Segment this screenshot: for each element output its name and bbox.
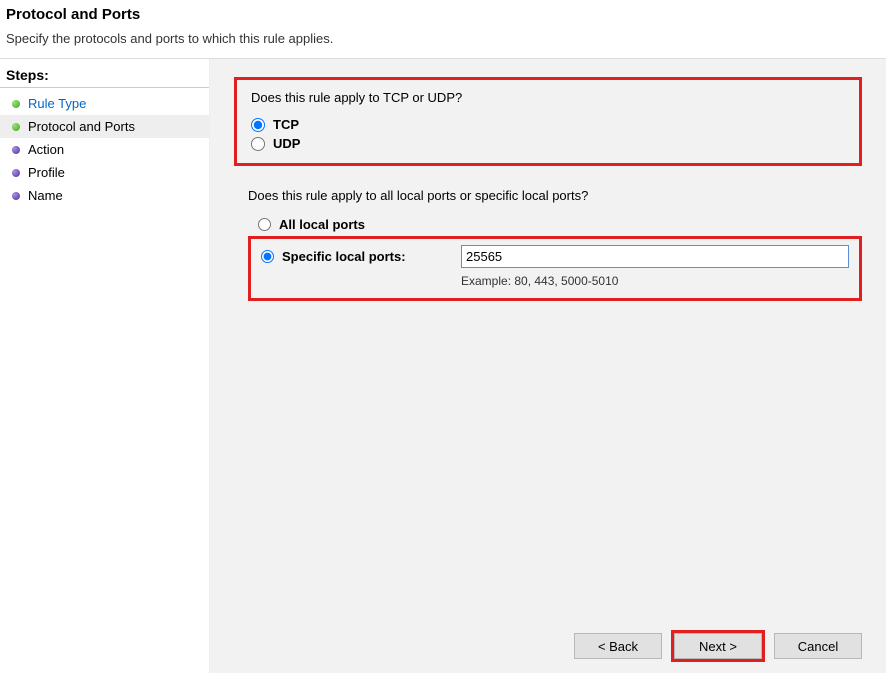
steps-title: Steps:: [0, 67, 209, 88]
step-label: Action: [28, 142, 64, 157]
tcp-label: TCP: [273, 117, 299, 132]
page-subtitle: Specify the protocols and ports to which…: [6, 31, 880, 46]
specific-ports-highlight-box: Specific local ports: Example: 80, 443, …: [248, 236, 862, 301]
udp-radio[interactable]: [251, 137, 265, 151]
page-title: Protocol and Ports: [6, 6, 880, 23]
bullet-icon: [12, 192, 20, 200]
all-ports-label: All local ports: [279, 217, 365, 232]
step-rule-type[interactable]: Rule Type: [0, 92, 209, 115]
step-profile[interactable]: Profile: [0, 161, 209, 184]
specific-ports-label: Specific local ports:: [282, 249, 406, 264]
step-label: Profile: [28, 165, 65, 180]
port-question: Does this rule apply to all local ports …: [248, 188, 862, 203]
ports-example: Example: 80, 443, 5000-5010: [461, 268, 849, 288]
step-protocol-and-ports[interactable]: Protocol and Ports: [0, 115, 209, 138]
specific-ports-radio-row[interactable]: Specific local ports:: [261, 245, 451, 264]
all-ports-radio-row[interactable]: All local ports: [248, 217, 862, 232]
wizard-main: Does this rule apply to TCP or UDP? TCP …: [210, 59, 886, 673]
port-section: Does this rule apply to all local ports …: [234, 188, 862, 301]
specific-ports-input[interactable]: [461, 245, 849, 268]
specific-ports-radio[interactable]: [261, 250, 274, 263]
tcp-radio-row[interactable]: TCP: [251, 117, 845, 132]
wizard-button-row: < Back Next > Cancel: [234, 625, 862, 663]
next-button[interactable]: Next >: [674, 633, 762, 659]
tcp-radio[interactable]: [251, 118, 265, 132]
udp-radio-row[interactable]: UDP: [251, 136, 845, 151]
step-name[interactable]: Name: [0, 184, 209, 207]
step-action[interactable]: Action: [0, 138, 209, 161]
back-button[interactable]: < Back: [574, 633, 662, 659]
step-label: Protocol and Ports: [28, 119, 135, 134]
bullet-icon: [12, 146, 20, 154]
all-ports-radio[interactable]: [258, 218, 271, 231]
protocol-highlight-box: Does this rule apply to TCP or UDP? TCP …: [234, 77, 862, 166]
bullet-icon: [12, 169, 20, 177]
step-label: Name: [28, 188, 63, 203]
cancel-button[interactable]: Cancel: [774, 633, 862, 659]
bullet-icon: [12, 123, 20, 131]
step-label: Rule Type: [28, 96, 86, 111]
bullet-icon: [12, 100, 20, 108]
protocol-question: Does this rule apply to TCP or UDP?: [251, 90, 845, 105]
wizard-header: Protocol and Ports Specify the protocols…: [0, 0, 886, 58]
steps-sidebar: Steps: Rule Type Protocol and Ports Acti…: [0, 59, 210, 673]
udp-label: UDP: [273, 136, 300, 151]
